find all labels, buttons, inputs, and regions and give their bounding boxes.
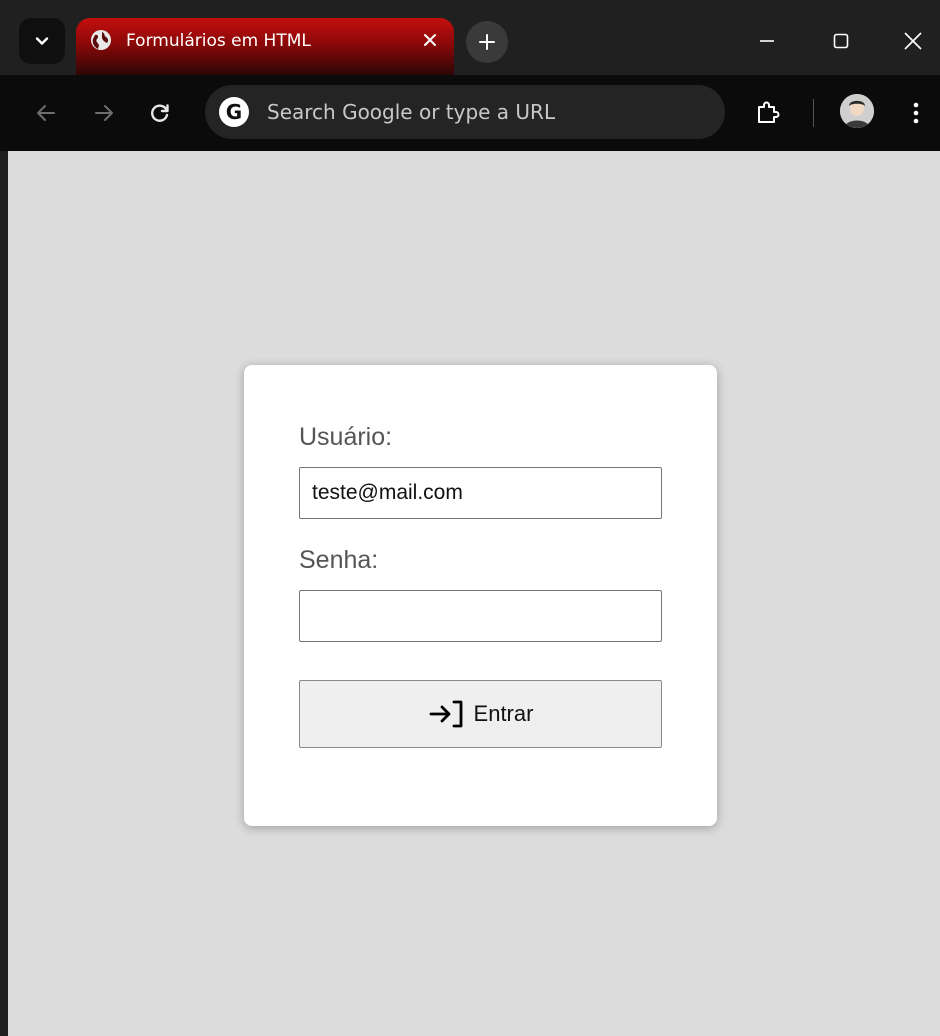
tab-title: Formulários em HTML	[126, 31, 311, 51]
extensions-button[interactable]	[752, 97, 784, 129]
user-label: Usuário:	[299, 423, 393, 451]
page-viewport: Usuário: Senha: Entrar	[8, 151, 940, 1036]
submit-label: Entrar	[473, 701, 534, 726]
toolbar-divider	[813, 99, 814, 127]
minimize-button[interactable]	[752, 26, 782, 56]
globe-icon	[91, 30, 111, 50]
password-input[interactable]	[299, 590, 662, 642]
tab-active[interactable]: Formulários em HTML	[76, 18, 454, 76]
address-bar-placeholder: Search Google or type a URL	[267, 100, 556, 124]
close-icon	[904, 32, 922, 50]
tab-close-button[interactable]	[419, 29, 441, 51]
google-icon: G	[219, 97, 249, 127]
browser-window: Formulários em HTML G Search Google or t…	[0, 0, 940, 1036]
arrow-right-icon	[95, 105, 113, 121]
menu-button[interactable]	[900, 97, 932, 129]
more-vert-icon	[913, 102, 919, 124]
back-button[interactable]	[30, 97, 62, 129]
reload-icon	[151, 104, 169, 122]
plus-icon	[479, 34, 495, 50]
profile-avatar-icon	[840, 94, 874, 128]
arrow-left-icon	[37, 105, 55, 121]
login-form: Usuário: Senha: Entrar	[244, 365, 717, 826]
tab-strip: Formulários em HTML	[0, 0, 940, 76]
maximize-button[interactable]	[826, 26, 856, 56]
login-icon	[429, 700, 462, 728]
browser-toolbar: G Search Google or type a URL	[0, 75, 940, 151]
tab-search-button[interactable]	[19, 18, 65, 64]
maximize-icon	[833, 33, 849, 49]
close-window-button[interactable]	[898, 26, 928, 56]
puzzle-icon	[758, 101, 780, 123]
minimize-icon	[760, 40, 774, 42]
close-icon	[424, 34, 436, 46]
address-bar[interactable]: G Search Google or type a URL	[205, 85, 725, 139]
chevron-down-icon	[35, 37, 49, 45]
forward-button[interactable]	[88, 97, 120, 129]
submit-button[interactable]: Entrar	[299, 680, 662, 748]
password-label: Senha:	[299, 546, 379, 574]
new-tab-button[interactable]	[466, 21, 508, 63]
reload-button[interactable]	[144, 97, 176, 129]
user-input[interactable]	[299, 467, 662, 519]
avatar[interactable]	[840, 94, 874, 128]
